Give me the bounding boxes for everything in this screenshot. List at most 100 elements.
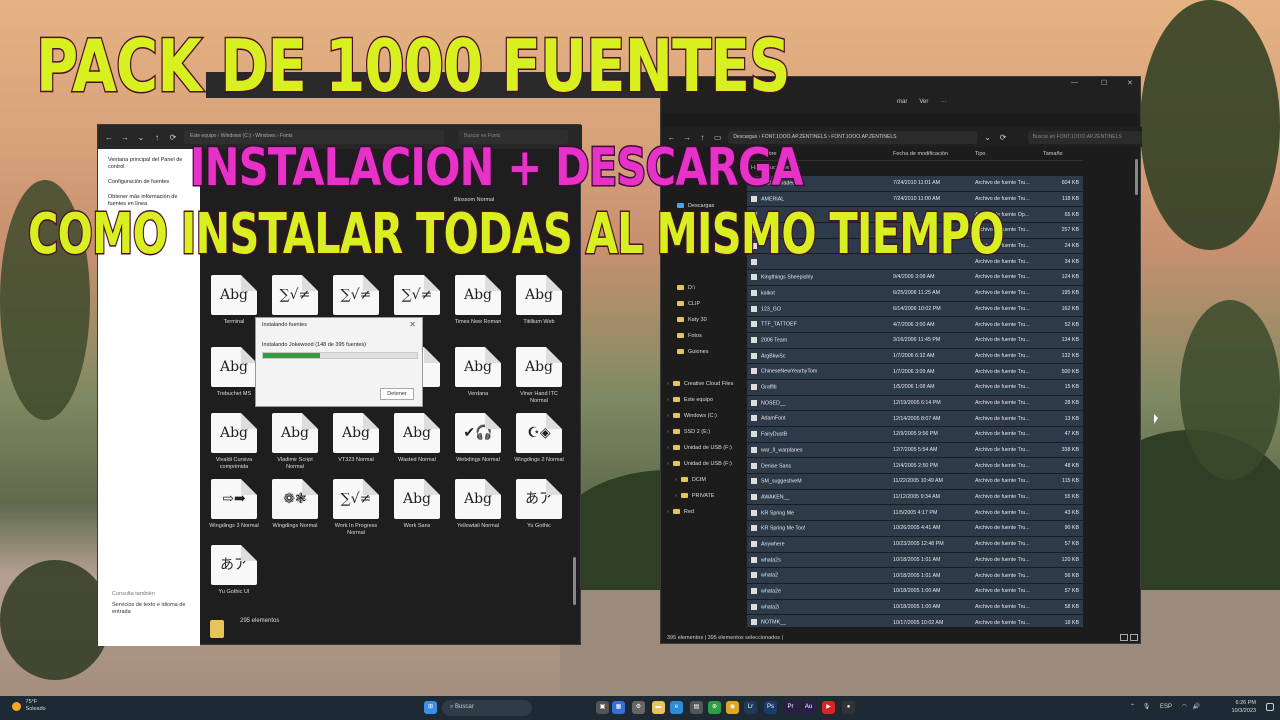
- chevron-down-icon[interactable]: ⌄: [983, 133, 992, 142]
- microphone-icon[interactable]: 🎙: [1143, 704, 1151, 710]
- column-size[interactable]: Tamaño: [1043, 151, 1083, 157]
- nav-item[interactable]: Fotos: [677, 333, 702, 339]
- task-view-icon[interactable]: ▣: [596, 701, 609, 714]
- chevron-right-icon[interactable]: ›: [667, 413, 669, 419]
- column-date[interactable]: Fecha de modificación: [893, 151, 975, 157]
- wifi-icon[interactable]: ◠: [1182, 704, 1187, 710]
- nav-item[interactable]: › Creative Cloud Files: [667, 381, 733, 387]
- file-row[interactable]: whata2e 10/18/2005 1:00 AM Archivo de fuen…: [747, 582, 1083, 599]
- file-row[interactable]: AWAKEN__ 11/12/2005 9:34 AM Archivo de fue…: [747, 488, 1083, 505]
- tiles-view-icon[interactable]: [1130, 634, 1138, 641]
- nav-item[interactable]: › Unidad de USB (F:): [667, 445, 732, 451]
- font-item[interactable]: あア Yu Gothic UI: [208, 545, 260, 596]
- premiere-icon[interactable]: Pr: [784, 701, 797, 714]
- text-services-link[interactable]: Servicios de texto e idioma de entrada: [112, 602, 200, 616]
- font-item[interactable]: Abg Vivaldi Cursiva comprimida: [208, 413, 260, 471]
- control-panel-home-link[interactable]: Ventana principal del Panel de control: [108, 157, 190, 171]
- close-icon[interactable]: ✕: [1127, 79, 1133, 87]
- nav-item[interactable]: › SSD 2 (E:): [667, 429, 710, 435]
- font-settings-link[interactable]: Configuración de fuentes: [108, 179, 190, 186]
- font-item[interactable]: Abg Trebuchet MS: [208, 347, 260, 398]
- nav-item[interactable]: Katy 30: [677, 317, 707, 323]
- taskbar-search[interactable]: ⌕ Buscar: [442, 700, 532, 716]
- maximize-icon[interactable]: ☐: [1101, 79, 1107, 87]
- font-item[interactable]: あア Yu Gothic: [513, 479, 565, 530]
- font-item[interactable]: Abg Times New Roman: [452, 275, 504, 326]
- close-icon[interactable]: ✕: [409, 320, 416, 329]
- clock[interactable]: 6:26 PM 10/3/2023: [1232, 699, 1256, 715]
- chevron-right-icon[interactable]: ›: [675, 493, 677, 499]
- nav-item[interactable]: D:\: [677, 285, 695, 291]
- font-item[interactable]: Abg Viner Hand ITC Normal: [513, 347, 565, 405]
- photoshop-icon[interactable]: Ps: [764, 701, 777, 714]
- font-item[interactable]: ❁❃ Wingdings Normal: [269, 479, 321, 530]
- font-item[interactable]: ∑√≠: [330, 275, 382, 319]
- weather-widget[interactable]: 75°F Soleado: [12, 699, 46, 713]
- settings-icon[interactable]: ⚙: [632, 701, 645, 714]
- nav-item[interactable]: › PRIVATE: [675, 493, 715, 499]
- file-row[interactable]: Anywhere 10/23/2005 12:48 PM Archivo de fu…: [747, 535, 1083, 552]
- font-item[interactable]: Abg Terminal: [208, 275, 260, 326]
- chevron-right-icon[interactable]: ›: [667, 429, 669, 435]
- refresh-icon[interactable]: ⟳: [168, 133, 178, 142]
- font-item[interactable]: Abg Vladimir Script Normal: [269, 413, 321, 471]
- xbox-icon[interactable]: ⊗: [708, 701, 721, 714]
- chevron-up-icon[interactable]: ⌃: [1130, 704, 1135, 710]
- speaker-icon[interactable]: 🔊: [1193, 704, 1200, 710]
- chevron-right-icon[interactable]: ›: [675, 477, 677, 483]
- youtube-icon[interactable]: ▶: [822, 701, 835, 714]
- nav-item[interactable]: › Red: [667, 509, 694, 515]
- file-row[interactable]: Denise Sans 12/4/2005 2:50 PM Archivo de f…: [747, 457, 1083, 474]
- file-row[interactable]: NOTMK__ 10/17/2005 10:02 AM Archivo de fue…: [747, 614, 1083, 627]
- scrollbar[interactable]: [573, 557, 576, 605]
- nav-item[interactable]: CLIP: [677, 301, 700, 307]
- file-row[interactable]: SM_suggestiveM 11/22/2005 10:49 AM Archivo…: [747, 473, 1083, 489]
- file-row[interactable]: whata2 10/18/2005 1:01 AM Archivo de fuent…: [747, 567, 1083, 583]
- file-row[interactable]: NOSED__ 12/19/2005 6:14 PM Archivo de fuen…: [747, 394, 1083, 411]
- widgets-icon[interactable]: ▦: [612, 701, 625, 714]
- file-row[interactable]: 123_GO 6/14/2006 10:02 PM Archivo de fuent…: [747, 300, 1083, 317]
- more-options-button[interactable]: ···: [940, 99, 946, 105]
- view-button[interactable]: Ver: [919, 99, 928, 105]
- file-row[interactable]: FairyDustB 12/9/2005 9:56 PM Archivo de fu…: [747, 426, 1083, 442]
- minimize-icon[interactable]: —: [1071, 79, 1078, 86]
- chevron-right-icon[interactable]: ›: [667, 445, 669, 451]
- font-item[interactable]: Abg Work Sans: [391, 479, 443, 530]
- file-row[interactable]: kalkot 6/25/2008 11:25 AM Archivo de fuent…: [747, 284, 1083, 301]
- toolbar-item[interactable]: mar: [897, 99, 907, 105]
- nav-item[interactable]: Guiones: [677, 349, 709, 355]
- edge-icon[interactable]: e: [670, 701, 683, 714]
- tray-icons[interactable]: ⌃ 🎙 ESP ◠ 🔊: [1130, 703, 1200, 710]
- store-icon[interactable]: ▤: [690, 701, 703, 714]
- notification-icon[interactable]: [1266, 703, 1274, 711]
- font-item[interactable]: ∑√≠: [269, 275, 321, 319]
- nav-item[interactable]: › DCIM: [675, 477, 706, 483]
- file-row[interactable]: TTF_TATTOEF 4/7/2006 3:00 AM Archivo de fu…: [747, 316, 1083, 332]
- nav-item[interactable]: › Windows (C:): [667, 413, 717, 419]
- chevron-right-icon[interactable]: ›: [667, 381, 669, 387]
- file-row[interactable]: 2006 Team 3/16/2006 11:45 PM Archivo de fu…: [747, 331, 1083, 348]
- windows-icon[interactable]: ⊞: [424, 701, 437, 714]
- back-arrow-icon[interactable]: ←: [104, 133, 114, 142]
- chevron-right-icon[interactable]: ›: [667, 461, 669, 467]
- column-type[interactable]: Tipo: [975, 151, 1043, 157]
- explorer-icon[interactable]: ▬: [652, 701, 665, 714]
- file-row[interactable]: whata2s 10/18/2005 1:01 AM Archivo de fuen…: [747, 551, 1083, 568]
- chevron-right-icon[interactable]: ›: [667, 509, 669, 515]
- up-arrow-icon[interactable]: ↑: [152, 133, 162, 142]
- file-row[interactable]: KR Spring Me 11/5/2005 4:17 PM Archivo de …: [747, 504, 1083, 521]
- font-item[interactable]: ☪◈ Wingdings 2 Normal: [513, 413, 565, 464]
- chevron-down-icon[interactable]: ⌄: [136, 133, 146, 142]
- file-row[interactable]: Graffiti 1/5/2006 1:08 AM Archivo de fuent…: [747, 378, 1083, 395]
- font-item[interactable]: Abg Verdana: [452, 347, 504, 398]
- language-indicator[interactable]: ESP: [1160, 704, 1172, 710]
- font-item[interactable]: ✔🎧 Webdings Normal: [452, 413, 504, 464]
- file-row[interactable]: ChineseNewYearbyTom 1/7/2006 3:09 AM Archi…: [747, 363, 1083, 379]
- chrome-icon[interactable]: ◉: [726, 701, 739, 714]
- chevron-right-icon[interactable]: ›: [667, 397, 669, 403]
- stop-button[interactable]: Detener: [380, 388, 414, 400]
- search-input[interactable]: Buscar en FONT.1OOO.AP.ZENTINELS: [1027, 130, 1143, 144]
- file-row[interactable]: AdamFont 12/14/2005 8:07 AM Archivo de fue…: [747, 410, 1083, 426]
- font-item[interactable]: ⇨➡ Wingdings 3 Normal: [208, 479, 260, 530]
- font-item[interactable]: Abg Wasted Normal: [391, 413, 443, 464]
